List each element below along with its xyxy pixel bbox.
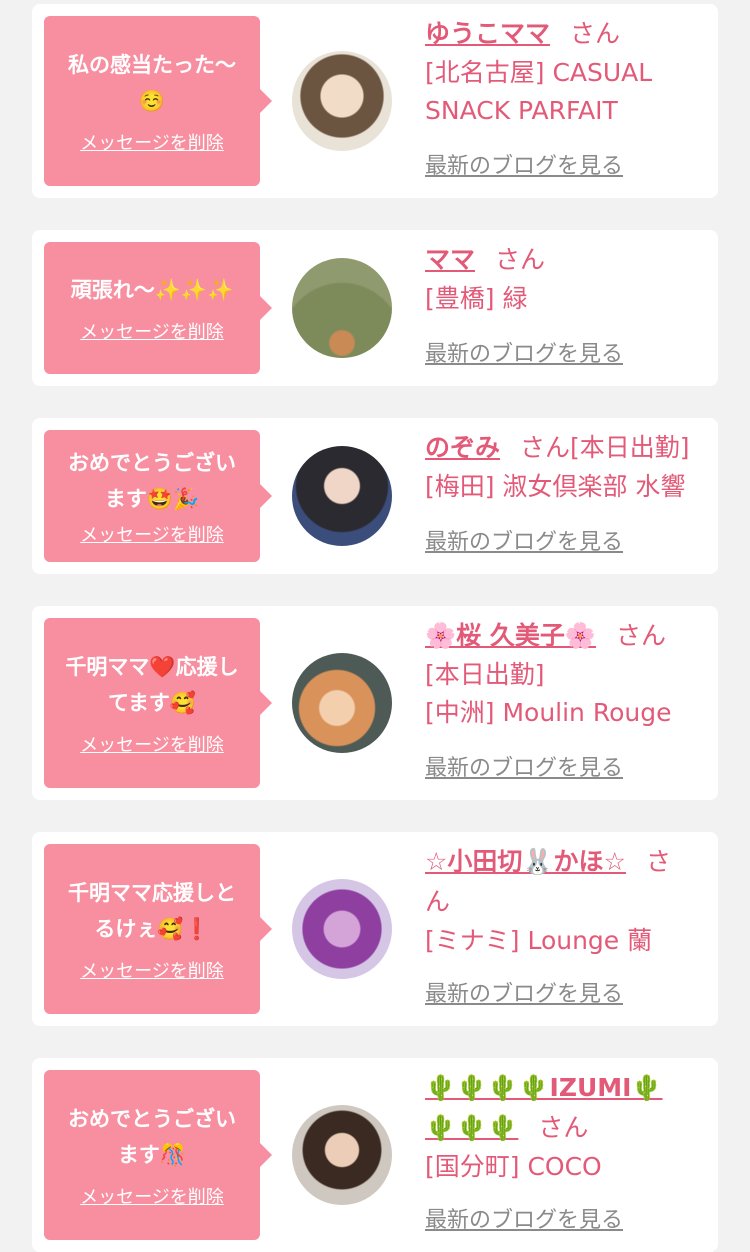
message-text: てます🥰 bbox=[107, 691, 197, 715]
shop-name: [北名古屋] CASUAL bbox=[425, 58, 653, 87]
sender-info: ☆小田切🐰かほ☆ さ ん [ミナミ] Lounge 蘭 最新のブログを見る bbox=[425, 842, 708, 1007]
message-text: ☺️ bbox=[138, 89, 166, 113]
message-bubble: 頑張れ〜✨✨✨ メッセージを削除 bbox=[44, 242, 272, 374]
message-card: 頑張れ〜✨✨✨ メッセージを削除 ママ さん [豊橋] 緑 最新のブログを見る bbox=[32, 230, 718, 386]
avatar[interactable] bbox=[292, 446, 392, 546]
honorific: さ bbox=[645, 847, 671, 876]
sender-info: ママ さん [豊橋] 緑 最新のブログを見る bbox=[425, 240, 708, 367]
message-bubble: 千明ママ応援しと るけぇ🥰❗ メッセージを削除 bbox=[44, 844, 272, 1014]
status-text: [本日出勤] bbox=[425, 660, 545, 689]
honorific: さん bbox=[615, 621, 666, 650]
shop-name: SNACK PARFAIT bbox=[425, 96, 618, 125]
avatar[interactable] bbox=[292, 1105, 392, 1205]
avatar[interactable] bbox=[292, 258, 392, 358]
message-card: おめでとうござい ます🎊 メッセージを削除 🌵🌵🌵🌵IZUMI🌵 🌵🌵🌵 さん [… bbox=[32, 1058, 718, 1252]
shop-name: [梅田] 淑女倶楽部 水響 bbox=[425, 472, 686, 501]
delete-message-link[interactable]: メッセージを削除 bbox=[80, 957, 224, 983]
message-bubble: おめでとうござい ます🤩🎉 メッセージを削除 bbox=[44, 430, 272, 562]
message-text: ます🎊 bbox=[117, 1143, 187, 1167]
latest-blog-link[interactable]: 最新のブログを見る bbox=[425, 1206, 623, 1236]
message-bubble: 千明ママ❤️応援し てます🥰 メッセージを削除 bbox=[44, 618, 272, 788]
message-text: 千明ママ❤️応援し bbox=[65, 655, 239, 679]
message-text: ます🤩🎉 bbox=[104, 487, 200, 511]
sender-info: 🌵🌵🌵🌵IZUMI🌵 🌵🌵🌵 さん [国分町] COCO 最新のブログを見る bbox=[425, 1068, 708, 1233]
shop-name: [中洲] Moulin Rouge bbox=[425, 698, 672, 727]
message-bubble: おめでとうござい ます🎊 メッセージを削除 bbox=[44, 1070, 272, 1240]
message-text: 頑張れ〜✨✨✨ bbox=[70, 278, 234, 302]
sender-name-link[interactable]: ☆小田切🐰かほ☆ bbox=[425, 847, 626, 876]
avatar[interactable] bbox=[292, 879, 392, 979]
sender-name-link[interactable]: ゆうこママ bbox=[425, 19, 550, 48]
sender-name-link[interactable]: 🌸桜 久美子🌸 bbox=[425, 621, 596, 650]
honorific: さん bbox=[570, 19, 621, 48]
honorific: さん[本日出勤] bbox=[520, 433, 690, 462]
message-card: 私の感当たった〜 ☺️ メッセージを削除 ゆうこママ さん [北名古屋] CASU… bbox=[32, 4, 718, 198]
message-text: 千明ママ応援しと bbox=[68, 881, 236, 905]
shop-name: [国分町] COCO bbox=[425, 1152, 602, 1181]
avatar[interactable] bbox=[292, 51, 392, 151]
message-card: 千明ママ応援しと るけぇ🥰❗ メッセージを削除 ☆小田切🐰かほ☆ さ ん [ミナミ… bbox=[32, 832, 718, 1026]
shop-name: [豊橋] 緑 bbox=[425, 284, 528, 313]
honorific: さん bbox=[495, 245, 546, 274]
message-bubble: 私の感当たった〜 ☺️ メッセージを削除 bbox=[44, 16, 272, 186]
latest-blog-link[interactable]: 最新のブログを見る bbox=[425, 528, 623, 558]
message-card: 千明ママ❤️応援し てます🥰 メッセージを削除 🌸桜 久美子🌸 さん [本日出勤]… bbox=[32, 606, 718, 800]
avatar[interactable] bbox=[292, 653, 392, 753]
delete-message-link[interactable]: メッセージを削除 bbox=[80, 521, 224, 547]
latest-blog-link[interactable]: 最新のブログを見る bbox=[425, 340, 623, 370]
sender-name-link[interactable]: 🌵🌵🌵🌵IZUMI🌵 bbox=[425, 1073, 663, 1102]
message-text: おめでとうござい bbox=[68, 1107, 236, 1131]
message-card: おめでとうござい ます🤩🎉 メッセージを削除 のぞみ さん[本日出勤] [梅田] … bbox=[32, 418, 718, 574]
sender-name-link[interactable]: のぞみ bbox=[425, 433, 500, 462]
message-text: 私の感当たった〜 bbox=[68, 53, 236, 77]
sender-name-link[interactable]: 🌵🌵🌵 bbox=[425, 1113, 518, 1142]
sender-name-link[interactable]: ママ bbox=[425, 245, 475, 274]
delete-message-link[interactable]: メッセージを削除 bbox=[80, 129, 224, 155]
sender-info: のぞみ さん[本日出勤] [梅田] 淑女倶楽部 水響 最新のブログを見る bbox=[425, 428, 708, 555]
latest-blog-link[interactable]: 最新のブログを見る bbox=[425, 980, 623, 1010]
delete-message-link[interactable]: メッセージを削除 bbox=[80, 318, 224, 344]
delete-message-link[interactable]: メッセージを削除 bbox=[80, 731, 224, 757]
honorific: ん bbox=[425, 887, 451, 916]
shop-name: [ミナミ] Lounge 蘭 bbox=[425, 926, 653, 955]
message-text: るけぇ🥰❗ bbox=[94, 917, 210, 941]
honorific: さん bbox=[538, 1113, 589, 1142]
sender-info: 🌸桜 久美子🌸 さん [本日出勤] [中洲] Moulin Rouge 最新のブロ… bbox=[425, 616, 708, 781]
message-text: おめでとうござい bbox=[68, 451, 236, 475]
latest-blog-link[interactable]: 最新のブログを見る bbox=[425, 754, 623, 784]
sender-info: ゆうこママ さん [北名古屋] CASUAL SNACK PARFAIT 最新のブ… bbox=[425, 14, 708, 179]
latest-blog-link[interactable]: 最新のブログを見る bbox=[425, 152, 623, 182]
delete-message-link[interactable]: メッセージを削除 bbox=[80, 1183, 224, 1209]
